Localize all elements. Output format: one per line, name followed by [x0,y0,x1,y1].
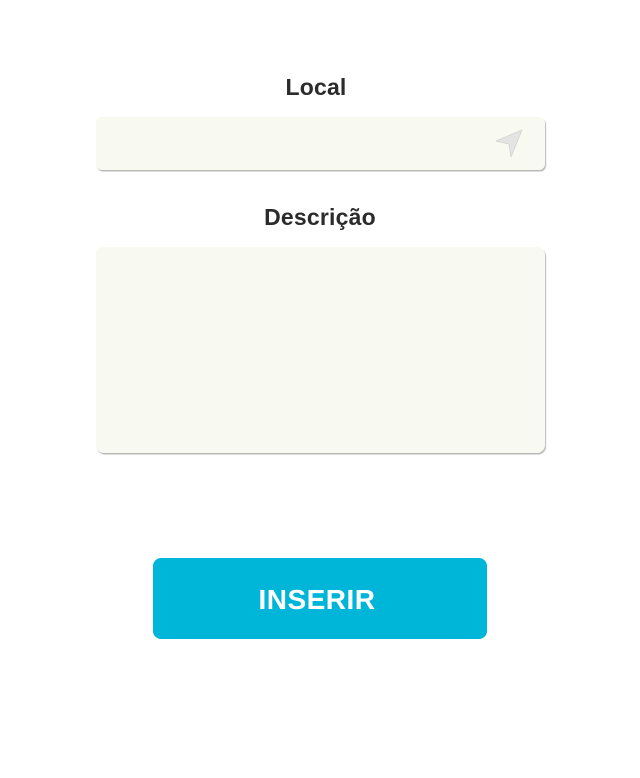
location-label: Local [285,74,347,100]
insert-button-label: INSERIR [258,583,376,615]
location-field-container [96,117,545,170]
description-label: Descrição [264,204,376,230]
location-arrow-icon[interactable] [493,128,525,160]
description-textarea[interactable] [96,247,545,453]
description-field-container [96,247,545,453]
location-input[interactable] [96,117,545,170]
insert-button[interactable]: INSERIR [153,558,487,639]
